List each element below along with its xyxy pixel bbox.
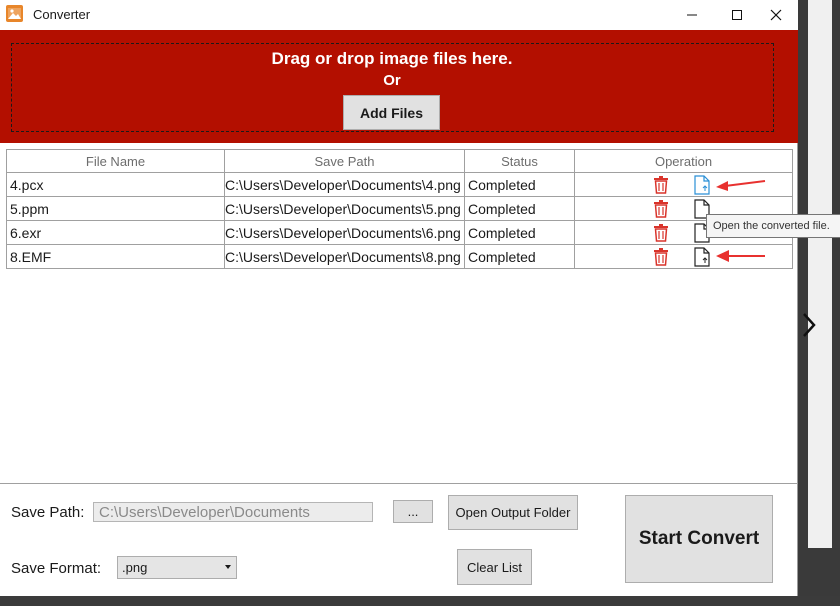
clear-list-button[interactable]: Clear List — [457, 549, 532, 585]
status-cell: Completed — [465, 221, 575, 244]
close-button[interactable] — [756, 0, 796, 30]
file-name-cell: 4.pcx — [7, 173, 225, 196]
minimize-icon — [687, 14, 697, 16]
maximize-icon — [732, 10, 742, 20]
drop-zone-or: Or — [383, 72, 401, 89]
save-format-value: .png — [122, 560, 148, 575]
title-bar[interactable]: Converter — [0, 0, 798, 30]
add-files-button[interactable]: Add Files — [343, 95, 440, 130]
table-row[interactable]: 8.EMF C:\Users\Developer\Documents\8.png… — [7, 245, 792, 269]
save-path-field[interactable]: C:\Users\Developer\Documents — [93, 502, 373, 522]
table-header: File Name Save Path Status Operation — [7, 150, 792, 173]
status-cell: Completed — [465, 173, 575, 196]
drop-zone-headline: Drag or drop image files here. — [271, 49, 513, 68]
background-taskbar-edge — [0, 596, 840, 606]
converter-window: Converter Drag or drop image files here.… — [0, 0, 798, 596]
save-path-cell: C:\Users\Developer\Documents\8.png — [225, 245, 465, 268]
annotation-arrow-icon — [716, 180, 766, 191]
column-operation[interactable]: Operation — [575, 150, 792, 172]
file-name-cell: 6.exr — [7, 221, 225, 244]
status-cell: Completed — [465, 197, 575, 220]
annotation-arrow-icon — [716, 250, 765, 262]
trash-icon[interactable] — [653, 200, 669, 218]
open-file-icon[interactable] — [693, 175, 711, 195]
column-file-name[interactable]: File Name — [7, 150, 225, 172]
status-cell: Completed — [465, 245, 575, 268]
save-path-cell: C:\Users\Developer\Documents\6.png — [225, 221, 465, 244]
browse-button[interactable]: ... — [393, 500, 433, 523]
operation-cell — [575, 173, 792, 196]
chevron-right-icon[interactable] — [800, 312, 820, 338]
file-name-cell: 8.EMF — [7, 245, 225, 268]
tooltip: Open the converted file. — [706, 214, 840, 238]
close-icon — [770, 9, 782, 21]
picture-app-icon — [6, 5, 23, 22]
trash-icon[interactable] — [653, 248, 669, 266]
operation-cell — [575, 245, 792, 268]
open-file-icon[interactable] — [693, 247, 711, 267]
minimize-button[interactable] — [672, 0, 712, 30]
table-row[interactable]: 6.exr C:\Users\Developer\Documents\6.png… — [7, 221, 792, 245]
table-row[interactable]: 4.pcx C:\Users\Developer\Documents\4.png… — [7, 173, 792, 197]
save-path-label: Save Path: — [11, 504, 85, 521]
column-save-path[interactable]: Save Path — [225, 150, 465, 172]
save-path-cell: C:\Users\Developer\Documents\5.png — [225, 197, 465, 220]
column-status[interactable]: Status — [465, 150, 575, 172]
window-title: Converter — [33, 7, 91, 22]
open-output-folder-button[interactable]: Open Output Folder — [448, 495, 578, 530]
table-row[interactable]: 5.ppm C:\Users\Developer\Documents\5.png… — [7, 197, 792, 221]
drop-zone[interactable]: Drag or drop image files here. Or Add Fi… — [0, 30, 798, 143]
file-name-cell: 5.ppm — [7, 197, 225, 220]
dropdown-arrow-icon — [225, 565, 231, 569]
start-convert-button[interactable]: Start Convert — [625, 495, 773, 583]
trash-icon[interactable] — [653, 176, 669, 194]
save-format-select[interactable]: .png — [117, 556, 237, 579]
footer-divider — [0, 483, 798, 484]
file-table: File Name Save Path Status Operation 4.p… — [6, 149, 793, 269]
background-edge — [832, 0, 840, 548]
save-format-label: Save Format: — [11, 560, 102, 577]
save-path-cell: C:\Users\Developer\Documents\4.png — [225, 173, 465, 196]
maximize-button[interactable] — [717, 0, 757, 30]
trash-icon[interactable] — [653, 224, 669, 242]
